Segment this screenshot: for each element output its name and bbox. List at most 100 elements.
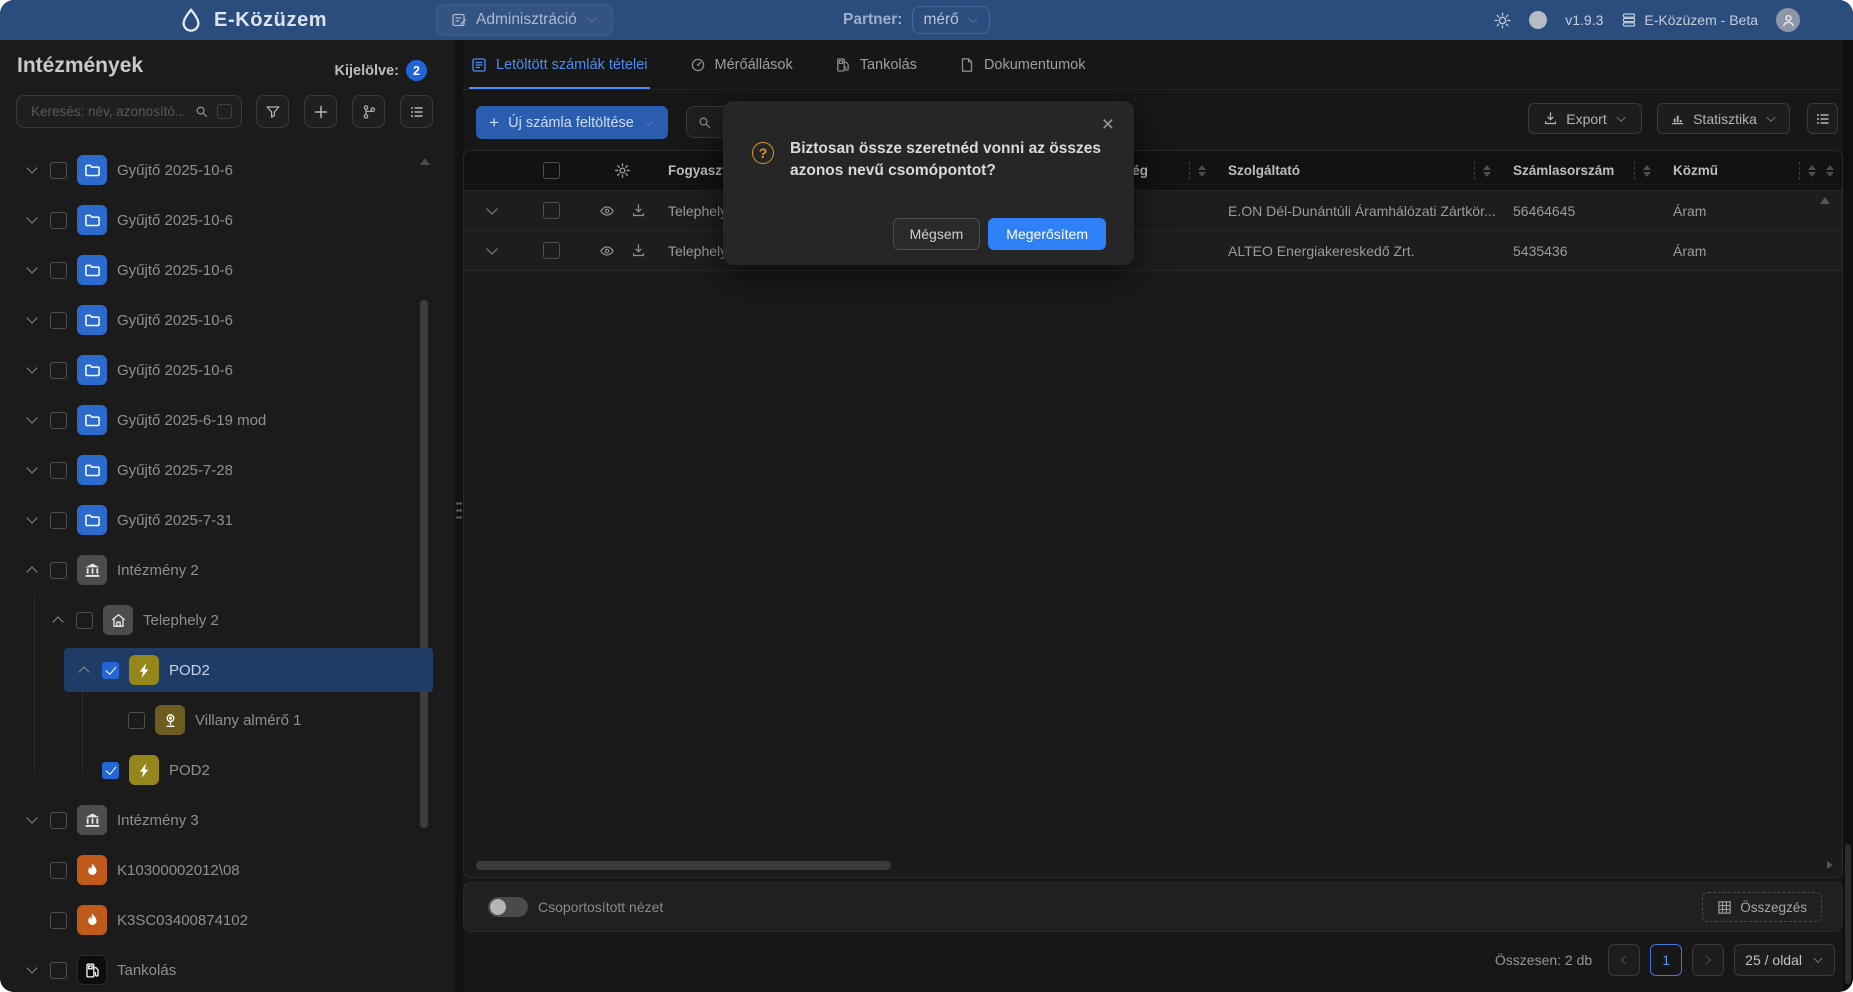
partner-dropdown[interactable]: mérő (912, 6, 989, 34)
tree-item-label[interactable]: K10300002012\08 (117, 862, 240, 879)
sort-icon[interactable] (1643, 165, 1651, 177)
table-row[interactable]: Telephely 2 ALTEO Energiakereskedő Zrt. … (464, 231, 1842, 271)
chevron-up-icon[interactable] (52, 614, 64, 626)
statistics-button[interactable]: Statisztika (1657, 103, 1790, 134)
tree-checkbox[interactable] (128, 712, 145, 729)
grouped-view-toggle[interactable] (488, 897, 528, 917)
view-icon[interactable] (599, 203, 615, 219)
search-input[interactable] (29, 103, 186, 120)
tree-checkbox[interactable] (50, 912, 67, 929)
page-scrollbar[interactable] (1843, 40, 1853, 992)
tree-item-label[interactable]: Gyűjtő 2025-10-6 (117, 162, 233, 179)
chevron-up-icon[interactable] (26, 564, 38, 576)
chevron-down-icon[interactable] (26, 164, 38, 176)
view-icon[interactable] (599, 243, 615, 259)
tree-item-label[interactable]: POD2 (169, 662, 210, 679)
tree-item[interactable]: Gyűjtő 2025-10-6 (0, 195, 440, 245)
sort-icon[interactable] (1483, 165, 1491, 177)
horizontal-scrollbar[interactable] (476, 861, 891, 870)
sidebar-resize-handle[interactable] (455, 40, 463, 992)
tree-item[interactable]: Intézmény 3 (0, 795, 440, 845)
row-expand-icon[interactable] (486, 205, 498, 217)
tree-checkbox[interactable] (50, 312, 67, 329)
avatar[interactable] (1776, 8, 1800, 32)
tree-item-label[interactable]: Gyűjtő 2025-10-6 (117, 362, 233, 379)
chevron-down-icon[interactable] (26, 364, 38, 376)
tree-checkbox[interactable] (102, 662, 119, 679)
table-row[interactable]: Telephely 2 E.ON Dél-Dunántúli Áramhálóz… (464, 191, 1842, 231)
current-page-button[interactable]: 1 (1650, 944, 1682, 976)
chevron-down-icon[interactable] (26, 964, 38, 976)
table-scroll-up-icon[interactable] (1820, 197, 1830, 204)
tree-checkbox[interactable] (50, 512, 67, 529)
tree-item[interactable]: Intézmény 2 (0, 545, 440, 595)
tree-checkbox[interactable] (50, 562, 67, 579)
sort-icon[interactable] (1198, 165, 1206, 177)
tree-item[interactable]: Gyűjtő 2025-10-6 (0, 145, 440, 195)
tree-item-label[interactable]: Villany almérő 1 (195, 712, 301, 729)
tree-item-label[interactable]: Gyűjtő 2025-10-6 (117, 212, 233, 229)
chevron-up-icon[interactable] (78, 664, 90, 676)
gear-icon[interactable] (614, 162, 631, 179)
chevron-down-icon[interactable] (26, 314, 38, 326)
tree-checkbox[interactable] (50, 162, 67, 179)
tree-item-label[interactable]: Telephely 2 (143, 612, 219, 629)
tree-item-label[interactable]: Gyűjtő 2025-7-31 (117, 512, 233, 529)
tree-checkbox[interactable] (50, 362, 67, 379)
tree-checkbox[interactable] (50, 462, 67, 479)
tree-item[interactable]: K10300002012\08 (0, 845, 440, 895)
tree-checkbox[interactable] (50, 262, 67, 279)
exact-search-checkbox[interactable] (217, 104, 232, 119)
tree-item[interactable]: K3SC03400874102 (0, 895, 440, 945)
row-checkbox[interactable] (543, 242, 560, 259)
tree-item-label[interactable]: Gyűjtő 2025-10-6 (117, 312, 233, 329)
chevron-down-icon[interactable] (26, 514, 38, 526)
chevron-down-icon[interactable] (26, 464, 38, 476)
col-kozmu[interactable]: Közmű (1661, 151, 1826, 190)
tree-item[interactable]: POD2 (0, 745, 440, 795)
tree-item-label[interactable]: POD2 (169, 762, 210, 779)
column-settings-button[interactable] (1807, 103, 1838, 134)
next-page-button[interactable] (1692, 944, 1724, 976)
chevron-down-icon[interactable] (26, 264, 38, 276)
tab-meroallasok[interactable]: Mérőállások (690, 40, 793, 89)
tab-letoltott-szamlak-tetelei[interactable]: Letöltött számlák tételei (471, 40, 648, 89)
environment-selector[interactable]: E-Közüzem - Beta (1621, 12, 1758, 28)
tree-item[interactable]: Gyűjtő 2025-7-28 (0, 445, 440, 495)
col-szolgaltato[interactable]: Szolgáltató (1216, 151, 1501, 190)
tree-item[interactable]: Telephely 2 (0, 595, 440, 645)
add-button[interactable] (304, 95, 337, 128)
new-invoice-button[interactable]: + Új számla feltöltése (476, 106, 668, 139)
tree-item[interactable]: Gyűjtő 2025-7-31 (0, 495, 440, 545)
tree-item[interactable]: POD2 (0, 645, 440, 695)
tab-tankolas[interactable]: Tankolás (835, 40, 917, 89)
tree-item[interactable]: Villany almérő 1 (0, 695, 440, 745)
chevron-down-icon[interactable] (26, 814, 38, 826)
admin-menu[interactable]: Adminisztráció (436, 4, 613, 36)
theme-toggle[interactable] (1529, 11, 1547, 29)
tree-item-label[interactable]: Intézmény 3 (117, 812, 199, 829)
tree-item-label[interactable]: Intézmény 2 (117, 562, 199, 579)
list-button[interactable] (400, 95, 433, 128)
tree-checkbox[interactable] (76, 612, 93, 629)
hierarchy-button[interactable] (352, 95, 385, 128)
tree-item[interactable]: Tankolás (0, 945, 440, 992)
tree-item-label[interactable]: Gyűjtő 2025-7-28 (117, 462, 233, 479)
row-expand-icon[interactable] (486, 245, 498, 257)
export-button[interactable]: Export (1528, 103, 1642, 134)
cancel-button[interactable]: Mégsem (893, 218, 981, 250)
tree-item[interactable]: Gyűjtő 2025-10-6 (0, 295, 440, 345)
row-checkbox[interactable] (543, 202, 560, 219)
select-all-checkbox[interactable] (543, 162, 560, 179)
tree-item[interactable]: Gyűjtő 2025-10-6 (0, 345, 440, 395)
tree-checkbox[interactable] (50, 962, 67, 979)
tree-item[interactable]: Gyűjtő 2025-6-19 mod (0, 395, 440, 445)
tree-checkbox[interactable] (50, 212, 67, 229)
download-icon[interactable] (631, 243, 646, 258)
page-size-select[interactable]: 25 / oldal (1734, 944, 1835, 976)
tree-item[interactable]: Gyűjtő 2025-10-6 (0, 245, 440, 295)
prev-page-button[interactable] (1608, 944, 1640, 976)
confirm-button[interactable]: Megerősítem (988, 218, 1106, 250)
tree-checkbox[interactable] (50, 812, 67, 829)
col-szamlasorszam[interactable]: Számlasorszám (1501, 151, 1661, 190)
